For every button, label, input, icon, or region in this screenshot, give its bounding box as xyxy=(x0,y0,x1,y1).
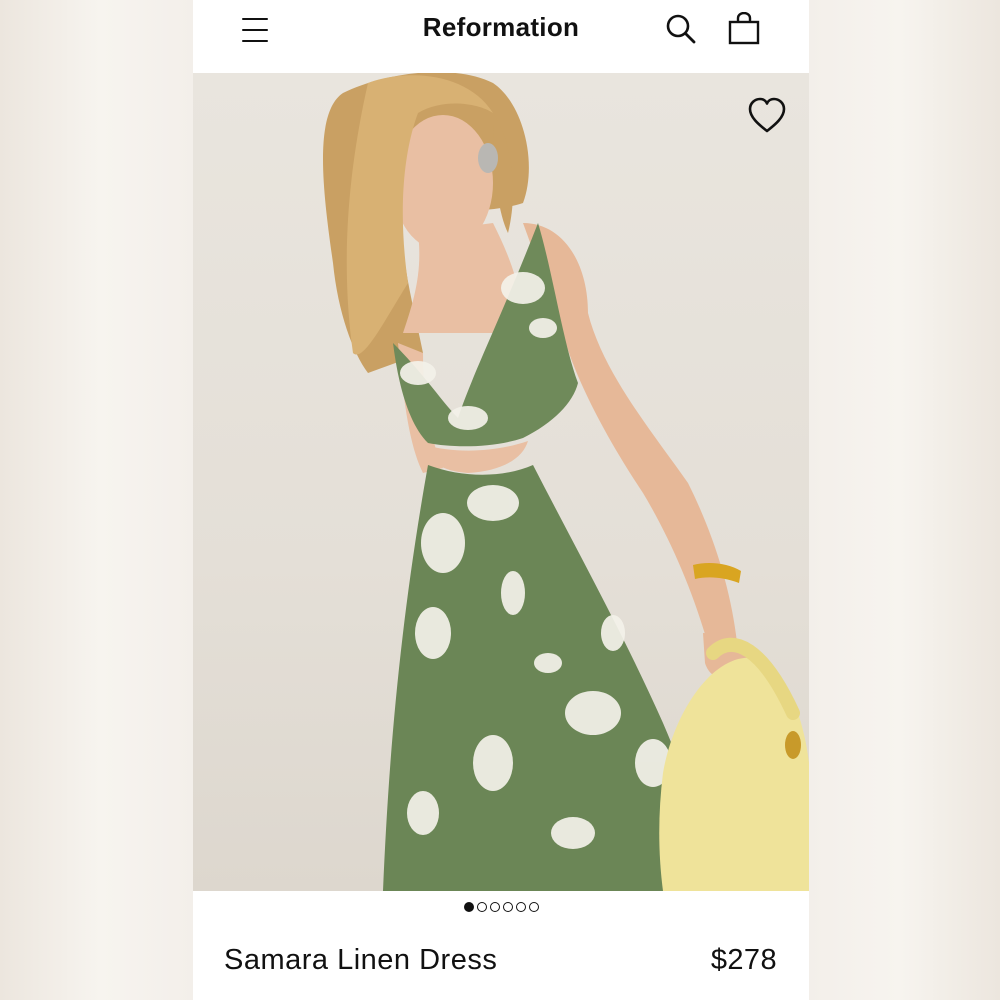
product-photo-illustration xyxy=(323,73,809,891)
carousel-dot-3[interactable] xyxy=(489,902,500,912)
top-navigation-bar: Reformation xyxy=(193,0,809,73)
carousel-dot-2[interactable] xyxy=(476,902,487,912)
carousel-dot-4[interactable] xyxy=(502,902,513,912)
carousel-dot-6[interactable] xyxy=(528,902,539,912)
bag-icon[interactable] xyxy=(727,11,761,46)
product-price: $278 xyxy=(710,944,777,976)
search-icon[interactable] xyxy=(664,12,698,46)
favorite-heart-icon[interactable] xyxy=(746,96,788,136)
product-name: Samara Linen Dress xyxy=(224,944,498,976)
carousel-dot-1[interactable] xyxy=(463,902,474,912)
product-page: Reformation Samara Linen Dress $278 xyxy=(193,0,809,1000)
carousel-indicators xyxy=(193,902,809,918)
product-image[interactable] xyxy=(193,73,809,891)
brand-logo[interactable]: Reformation xyxy=(193,12,809,43)
carousel-dot-5[interactable] xyxy=(515,902,526,912)
